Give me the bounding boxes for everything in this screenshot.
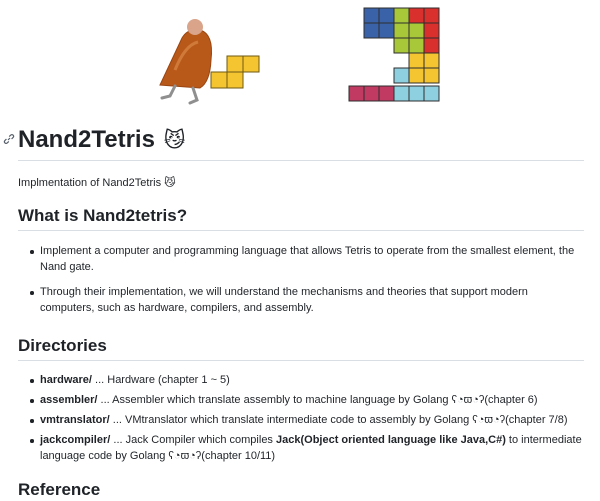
list-item: assembler/ ... Assembler which translate… <box>28 392 584 408</box>
intro-text: Implmentation of Nand2Tetris 😼 <box>18 175 176 191</box>
dir-name: assembler/ <box>40 394 98 406</box>
page-title-text: Nand2Tetris <box>18 126 155 153</box>
tetris-stack <box>348 7 440 102</box>
dir-desc: ... Jack Compiler which compiles <box>110 434 276 446</box>
banner-image <box>159 7 440 105</box>
list-item: Through their implementation, we will un… <box>28 284 584 316</box>
list-item: jackcompiler/ ... Jack Compiler which co… <box>28 432 584 464</box>
section-heading-directories: Directories <box>18 336 107 355</box>
list-item: hardware/ ... Hardware (chapter 1 ~ 5) <box>28 372 584 388</box>
dir-desc: ... Assembler which translate assembly t… <box>97 394 538 406</box>
what-divider <box>18 230 584 231</box>
cat-emoji-icon: 😼 <box>163 129 186 152</box>
section-heading-reference: Reference <box>18 480 101 499</box>
intro-label: Implmentation of Nand2Tetris <box>18 177 162 189</box>
dir-emphasis: Jack(Object oriented language like Java,… <box>276 434 506 446</box>
creature-illustration <box>159 19 212 105</box>
dir-desc: ... VMtranslator which translate interme… <box>109 414 568 426</box>
dir-name: hardware/ <box>40 374 92 386</box>
intro-cat-emoji-icon: 😼 <box>164 177 176 189</box>
directories-list: hardware/ ... Hardware (chapter 1 ~ 5) a… <box>28 372 584 464</box>
title-divider <box>18 160 584 161</box>
page-title: Nand2Tetris 😼 <box>18 124 186 157</box>
list-item: Implement a computer and programming lan… <box>28 243 584 275</box>
list-item: vmtranslator/ ... VMtranslator which tra… <box>28 412 584 428</box>
dir-desc: ... Hardware (chapter 1 ~ 5) <box>91 374 230 386</box>
yellow-tetromino <box>210 55 260 89</box>
what-list: Implement a computer and programming lan… <box>28 243 584 316</box>
directories-divider <box>18 360 584 361</box>
dir-name: jackcompiler/ <box>40 434 111 446</box>
dir-name: vmtranslator/ <box>40 414 110 426</box>
section-heading-what: What is Nand2tetris? <box>18 206 188 225</box>
link-anchor-icon[interactable] <box>3 133 15 145</box>
